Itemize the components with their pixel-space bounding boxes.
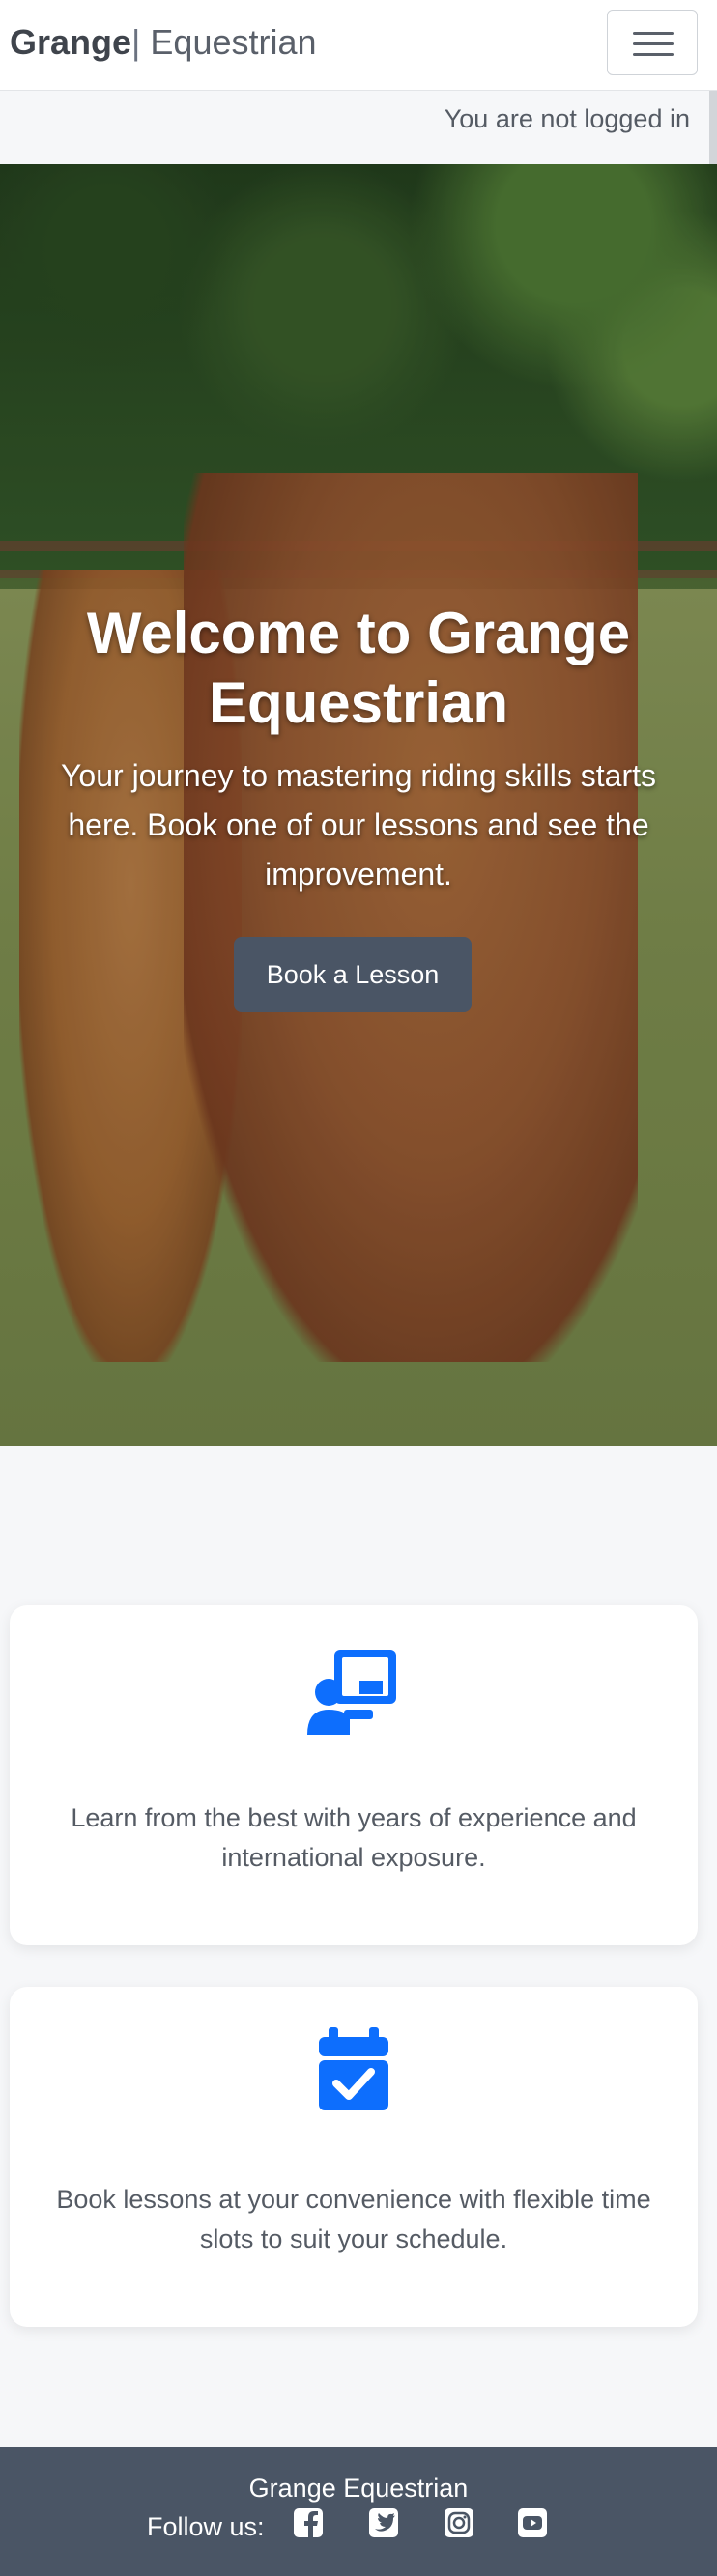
twitter-icon[interactable] [367,2506,400,2539]
brand-name-rest: Equestrian [140,22,317,62]
chalkboard-teacher-icon [307,1650,396,1735]
feature-text: Book lessons at your convenience with fl… [56,2185,651,2253]
feature-card-booking: Book lessons at your convenience with fl… [10,1987,698,2327]
navbar: Grange| Equestrian [0,0,717,91]
brand-name-strong: Grange [10,22,132,62]
hero-section: Welcome to Grange Equestrian Your journe… [0,164,717,1446]
footer-title: Grange Equestrian [248,2474,469,2503]
login-status-text: You are not logged in [444,104,690,133]
brand-separator: | [131,22,141,62]
feature-card-instructors: Learn from the best with years of experi… [10,1605,698,1945]
footer: Grange Equestrian Follow us: [0,2447,717,2576]
brand-logo-link[interactable]: Grange| Equestrian [10,21,317,64]
book-lesson-button[interactable]: Book a Lesson [234,937,472,1012]
calendar-check-icon [319,2027,388,2110]
hamburger-menu-icon [633,32,674,35]
youtube-icon[interactable] [516,2506,549,2539]
facebook-icon[interactable] [292,2506,325,2539]
menu-toggle-button[interactable] [607,10,698,75]
instagram-icon[interactable] [443,2506,475,2539]
hero-title: Welcome to Grange Equestrian [86,601,631,735]
feature-text: Learn from the best with years of experi… [71,1803,637,1872]
login-status-bar: You are not logged in [0,91,717,164]
scrollbar[interactable] [709,91,717,164]
hero-subtitle: Your journey to mastering riding skills … [61,758,656,892]
follow-us-label: Follow us: [147,2512,265,2541]
